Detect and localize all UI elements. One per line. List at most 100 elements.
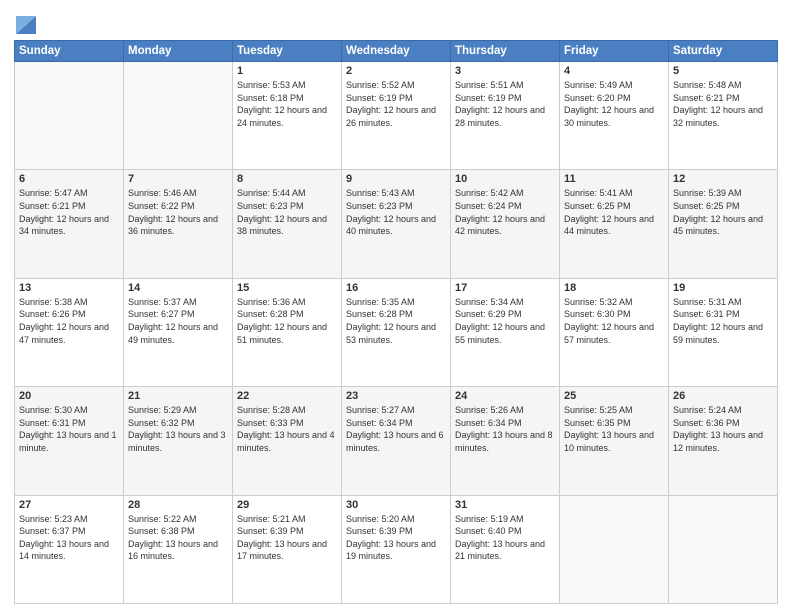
calendar-cell — [560, 495, 669, 603]
weekday-header-thursday: Thursday — [451, 41, 560, 62]
day-info: Sunrise: 5:31 AM Sunset: 6:31 PM Dayligh… — [673, 296, 773, 346]
day-number: 4 — [564, 65, 664, 77]
calendar-cell: 13 Sunrise: 5:38 AM Sunset: 6:26 PM Dayli… — [15, 278, 124, 386]
day-number: 5 — [673, 65, 773, 77]
weekday-header-saturday: Saturday — [669, 41, 778, 62]
day-number: 21 — [128, 390, 228, 402]
day-number: 31 — [455, 499, 555, 511]
day-number: 26 — [673, 390, 773, 402]
day-info: Sunrise: 5:49 AM Sunset: 6:20 PM Dayligh… — [564, 79, 664, 129]
calendar-cell — [15, 62, 124, 170]
header — [14, 10, 778, 34]
day-info: Sunrise: 5:28 AM Sunset: 6:33 PM Dayligh… — [237, 404, 337, 454]
day-number: 7 — [128, 173, 228, 185]
day-info: Sunrise: 5:41 AM Sunset: 6:25 PM Dayligh… — [564, 187, 664, 237]
week-row-1: 1Sunrise: 5:53 AM Sunset: 6:18 PM Daylig… — [15, 62, 778, 170]
calendar-cell: 31Sunrise: 5:19 AM Sunset: 6:40 PM Dayli… — [451, 495, 560, 603]
day-info: Sunrise: 5:32 AM Sunset: 6:30 PM Dayligh… — [564, 296, 664, 346]
calendar-cell: 3 Sunrise: 5:51 AM Sunset: 6:19 PM Daylig… — [451, 62, 560, 170]
day-number: 19 — [673, 282, 773, 294]
weekday-header-monday: Monday — [124, 41, 233, 62]
day-info: Sunrise: 5:47 AM Sunset: 6:21 PM Dayligh… — [19, 187, 119, 237]
day-info: Sunrise: 5:43 AM Sunset: 6:23 PM Dayligh… — [346, 187, 446, 237]
day-info: Sunrise: 5:26 AM Sunset: 6:34 PM Dayligh… — [455, 404, 555, 454]
day-info: Sunrise: 5:52 AM Sunset: 6:19 PM Dayligh… — [346, 79, 446, 129]
calendar-table: SundayMondayTuesdayWednesdayThursdayFrid… — [14, 40, 778, 604]
day-number: 12 — [673, 173, 773, 185]
day-number: 25 — [564, 390, 664, 402]
logo — [14, 10, 36, 34]
day-info: Sunrise: 5:42 AM Sunset: 6:24 PM Dayligh… — [455, 187, 555, 237]
day-number: 30 — [346, 499, 446, 511]
day-info: Sunrise: 5:44 AM Sunset: 6:23 PM Dayligh… — [237, 187, 337, 237]
day-info: Sunrise: 5:34 AM Sunset: 6:29 PM Dayligh… — [455, 296, 555, 346]
day-number: 9 — [346, 173, 446, 185]
calendar-cell: 23Sunrise: 5:27 AM Sunset: 6:34 PM Dayli… — [342, 387, 451, 495]
calendar-cell: 5Sunrise: 5:48 AM Sunset: 6:21 PM Daylig… — [669, 62, 778, 170]
day-number: 13 — [19, 282, 119, 294]
weekday-header-row: SundayMondayTuesdayWednesdayThursdayFrid… — [15, 41, 778, 62]
weekday-header-sunday: Sunday — [15, 41, 124, 62]
calendar-cell: 6 Sunrise: 5:47 AM Sunset: 6:21 PM Daylig… — [15, 170, 124, 278]
calendar-cell: 4 Sunrise: 5:49 AM Sunset: 6:20 PM Daylig… — [560, 62, 669, 170]
day-number: 27 — [19, 499, 119, 511]
day-info: Sunrise: 5:29 AM Sunset: 6:32 PM Dayligh… — [128, 404, 228, 454]
calendar-cell: 15 Sunrise: 5:36 AM Sunset: 6:28 PM Dayli… — [233, 278, 342, 386]
day-number: 11 — [564, 173, 664, 185]
day-info: Sunrise: 5:39 AM Sunset: 6:25 PM Dayligh… — [673, 187, 773, 237]
week-row-4: 20 Sunrise: 5:30 AM Sunset: 6:31 PM Dayli… — [15, 387, 778, 495]
day-info: Sunrise: 5:24 AM Sunset: 6:36 PM Dayligh… — [673, 404, 773, 454]
day-info: Sunrise: 5:30 AM Sunset: 6:31 PM Dayligh… — [19, 404, 119, 454]
calendar-cell: 16 Sunrise: 5:35 AM Sunset: 6:28 PM Dayli… — [342, 278, 451, 386]
calendar-cell: 24Sunrise: 5:26 AM Sunset: 6:34 PM Dayli… — [451, 387, 560, 495]
calendar-cell: 17 Sunrise: 5:34 AM Sunset: 6:29 PM Dayli… — [451, 278, 560, 386]
day-number: 3 — [455, 65, 555, 77]
calendar-cell: 7 Sunrise: 5:46 AM Sunset: 6:22 PM Daylig… — [124, 170, 233, 278]
day-number: 28 — [128, 499, 228, 511]
day-info: Sunrise: 5:36 AM Sunset: 6:28 PM Dayligh… — [237, 296, 337, 346]
weekday-header-wednesday: Wednesday — [342, 41, 451, 62]
day-info: Sunrise: 5:20 AM Sunset: 6:39 PM Dayligh… — [346, 513, 446, 563]
day-number: 6 — [19, 173, 119, 185]
calendar-cell: 2 Sunrise: 5:52 AM Sunset: 6:19 PM Daylig… — [342, 62, 451, 170]
calendar-cell: 27Sunrise: 5:23 AM Sunset: 6:37 PM Dayli… — [15, 495, 124, 603]
calendar-cell — [669, 495, 778, 603]
day-number: 17 — [455, 282, 555, 294]
day-number: 22 — [237, 390, 337, 402]
page: SundayMondayTuesdayWednesdayThursdayFrid… — [0, 0, 792, 612]
calendar-cell: 9 Sunrise: 5:43 AM Sunset: 6:23 PM Daylig… — [342, 170, 451, 278]
calendar-cell: 25Sunrise: 5:25 AM Sunset: 6:35 PM Dayli… — [560, 387, 669, 495]
calendar-cell: 29Sunrise: 5:21 AM Sunset: 6:39 PM Dayli… — [233, 495, 342, 603]
day-info: Sunrise: 5:35 AM Sunset: 6:28 PM Dayligh… — [346, 296, 446, 346]
calendar-cell: 22 Sunrise: 5:28 AM Sunset: 6:33 PM Dayli… — [233, 387, 342, 495]
logo-icon — [16, 6, 36, 34]
calendar-cell: 20 Sunrise: 5:30 AM Sunset: 6:31 PM Dayli… — [15, 387, 124, 495]
calendar-cell: 11 Sunrise: 5:41 AM Sunset: 6:25 PM Dayli… — [560, 170, 669, 278]
day-number: 10 — [455, 173, 555, 185]
weekday-header-tuesday: Tuesday — [233, 41, 342, 62]
day-info: Sunrise: 5:38 AM Sunset: 6:26 PM Dayligh… — [19, 296, 119, 346]
day-info: Sunrise: 5:37 AM Sunset: 6:27 PM Dayligh… — [128, 296, 228, 346]
day-info: Sunrise: 5:22 AM Sunset: 6:38 PM Dayligh… — [128, 513, 228, 563]
calendar-cell: 19 Sunrise: 5:31 AM Sunset: 6:31 PM Dayli… — [669, 278, 778, 386]
day-info: Sunrise: 5:27 AM Sunset: 6:34 PM Dayligh… — [346, 404, 446, 454]
day-info: Sunrise: 5:46 AM Sunset: 6:22 PM Dayligh… — [128, 187, 228, 237]
calendar-cell: 28 Sunrise: 5:22 AM Sunset: 6:38 PM Dayli… — [124, 495, 233, 603]
calendar-cell: 26 Sunrise: 5:24 AM Sunset: 6:36 PM Dayli… — [669, 387, 778, 495]
day-number: 16 — [346, 282, 446, 294]
day-number: 20 — [19, 390, 119, 402]
calendar-cell: 14Sunrise: 5:37 AM Sunset: 6:27 PM Dayli… — [124, 278, 233, 386]
calendar-cell: 12 Sunrise: 5:39 AM Sunset: 6:25 PM Dayli… — [669, 170, 778, 278]
day-number: 1 — [237, 65, 337, 77]
day-number: 15 — [237, 282, 337, 294]
day-number: 2 — [346, 65, 446, 77]
weekday-header-friday: Friday — [560, 41, 669, 62]
calendar-cell: 18Sunrise: 5:32 AM Sunset: 6:30 PM Dayli… — [560, 278, 669, 386]
week-row-2: 6 Sunrise: 5:47 AM Sunset: 6:21 PM Daylig… — [15, 170, 778, 278]
calendar-cell: 10 Sunrise: 5:42 AM Sunset: 6:24 PM Dayli… — [451, 170, 560, 278]
calendar-cell: 1Sunrise: 5:53 AM Sunset: 6:18 PM Daylig… — [233, 62, 342, 170]
week-row-5: 27Sunrise: 5:23 AM Sunset: 6:37 PM Dayli… — [15, 495, 778, 603]
day-info: Sunrise: 5:51 AM Sunset: 6:19 PM Dayligh… — [455, 79, 555, 129]
calendar-cell: 30 Sunrise: 5:20 AM Sunset: 6:39 PM Dayli… — [342, 495, 451, 603]
calendar-cell — [124, 62, 233, 170]
